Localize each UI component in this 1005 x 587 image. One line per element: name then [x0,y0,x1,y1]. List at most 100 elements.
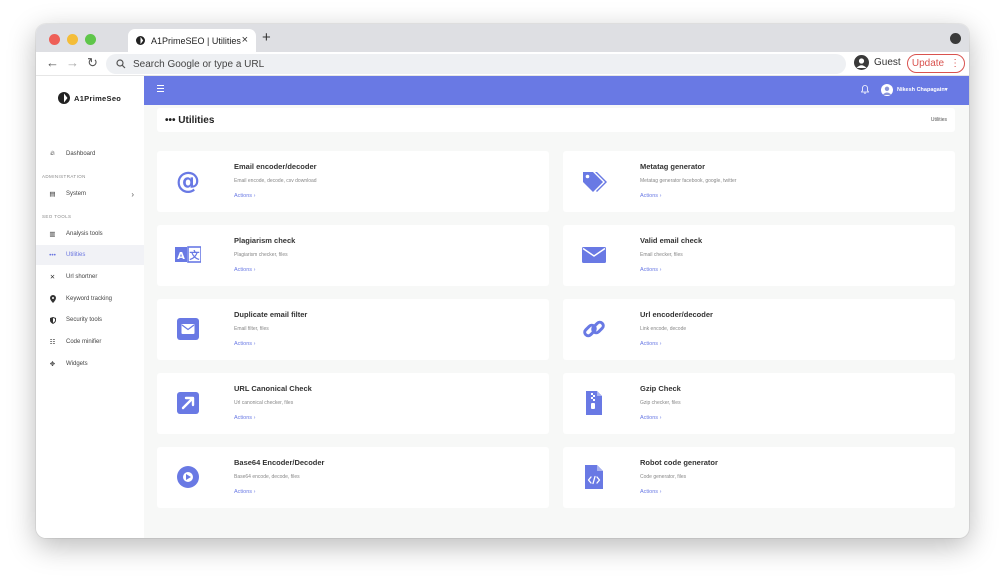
card-description: Code generator, files [640,474,687,480]
card-title: Valid email check [640,236,703,245]
search-icon [116,59,126,69]
envelope-square-icon [177,318,199,340]
actions-link[interactable]: Actions › [234,415,255,421]
profile-label: Guest [874,57,901,68]
translate-icon: A文 [175,246,201,263]
card-description: Url canonical checker, files [234,400,294,406]
breadcrumb[interactable]: Utilities [931,117,947,123]
top-navbar: Nikesh Chapagain ▾ [144,76,969,105]
at-icon: @ [176,168,200,194]
sidebar-item-label: Analysis tools [66,231,103,237]
sidebar-item-label: Dashboard [66,151,96,157]
profile-icon [854,55,869,70]
card-description: Email checker, files [640,252,683,258]
external-link-icon [177,392,199,414]
brand-icon [58,92,70,104]
sidebar-item-label: Utilities [66,252,86,258]
dots-icon: ••• [49,251,56,259]
profile-button[interactable]: Guest [854,55,901,70]
bell-icon[interactable] [861,85,869,94]
sidebar: A1PrimeSeo 🔥︎ Dashboard ADMINISTRATION ▤… [36,76,144,538]
user-menu[interactable]: Nikesh Chapagain ▾ [881,84,947,96]
card-description: Gzip checker, files [640,400,681,406]
actions-link[interactable]: Actions › [234,489,255,495]
sidebar-item-code-minifier[interactable]: ☷ Code minifier [36,332,144,352]
sidebar-item-analysis-tools[interactable]: ▥ Analysis tools [36,224,144,244]
tab-search-icon[interactable] [950,33,961,44]
pin-icon [48,295,57,303]
card-description: Email encode, decode, csv download [234,178,317,184]
puzzle-icon: ✥ [49,361,56,368]
card-metatag-generator[interactable]: Metatag generator Metatag generator face… [563,151,955,212]
actions-link[interactable]: Actions › [234,341,255,347]
section-heading-administration: ADMINISTRATION [42,174,86,179]
page-title: ••• Utilities [165,115,215,126]
chart-icon: ▥ [49,231,56,238]
card-url-encoder[interactable]: Url encoder/decoder Link encode, decode … [563,299,955,360]
svg-text:文: 文 [190,249,201,262]
actions-link[interactable]: Actions › [234,267,255,273]
tab-close-icon[interactable]: × [242,34,248,46]
sidebar-item-label: Security tools [66,317,103,323]
brand-logo[interactable]: A1PrimeSeo [58,92,121,104]
new-tab-button[interactable]: + [262,30,271,45]
sidebar-item-keyword-tracking[interactable]: Keyword tracking [36,289,144,309]
card-duplicate-email-filter[interactable]: Duplicate email filter Email filter, fil… [157,299,549,360]
tab-title: A1PrimeSEO | Utilities [151,35,241,46]
link-icon [583,320,605,338]
sidebar-item-widgets[interactable]: ✥ Widgets [36,354,144,374]
update-label: Update [911,58,945,69]
address-placeholder: Search Google or type a URL [133,58,265,70]
actions-link[interactable]: Actions › [234,193,255,199]
actions-link[interactable]: Actions › [640,193,661,199]
card-email-encoder[interactable]: @ Email encoder/decoder Email encode, de… [157,151,549,212]
close-window-button[interactable] [49,34,60,45]
sidebar-item-label: Keyword tracking [66,296,113,302]
card-robot-code-generator[interactable]: Robot code generator Code generator, fil… [563,447,955,508]
favicon-icon [136,36,145,45]
sidebar-item-dashboard[interactable]: 🔥︎ Dashboard [36,144,144,164]
card-title: Metatag generator [640,162,706,171]
actions-link[interactable]: Actions › [640,415,661,421]
actions-link[interactable]: Actions › [640,489,661,495]
card-title: URL Canonical Check [234,384,312,393]
card-gzip-check[interactable]: Gzip Check Gzip checker, files Actions › [563,373,955,434]
card-base64-encoder[interactable]: Base64 Encoder/Decoder Base64 encode, de… [157,447,549,508]
close-icon: ✕ [49,274,56,281]
page-header: ••• Utilities Utilities [157,108,955,132]
card-title: Plagiarism check [234,236,296,245]
server-icon: ▤ [49,191,56,198]
forward-button[interactable]: → [66,56,79,70]
card-valid-email-check[interactable]: Valid email check Email checker, files A… [563,225,955,286]
actions-link[interactable]: Actions › [640,267,661,273]
address-bar[interactable]: Search Google or type a URL [106,54,846,74]
card-plagiarism-check[interactable]: A文 Plagiarism check Plagiarism checker, … [157,225,549,286]
chevron-right-icon: › [131,189,134,199]
card-description: Metatag generator facebook, google, twit… [640,178,737,184]
card-url-canonical-check[interactable]: URL Canonical Check Url canonical checke… [157,373,549,434]
sidebar-item-label: Widgets [66,361,88,367]
sidebar-item-system[interactable]: ▤ System › [36,184,144,204]
sidebar-item-label: Code minifier [66,339,102,345]
sidebar-item-utilities[interactable]: ••• Utilities [36,245,144,265]
section-heading-seo-tools: SEO TOOLS [42,214,72,219]
card-title: Email encoder/decoder [234,162,317,171]
minimize-window-button[interactable] [67,34,78,45]
browser-toolbar: ← → ↻ Search Google or type a URL Guest … [36,52,969,76]
brand-name: A1PrimeSeo [74,93,122,103]
update-button[interactable]: Update ⋮ [907,54,965,73]
card-description: Plagiarism checker, files [234,252,288,258]
actions-link[interactable]: Actions › [640,341,661,347]
back-button[interactable]: ← [46,56,59,70]
browser-tab[interactable]: A1PrimeSEO | Utilities × [128,29,256,52]
reload-button[interactable]: ↻ [87,56,98,70]
tags-icon [583,172,607,192]
card-description: Email filter, files [234,326,269,332]
maximize-window-button[interactable] [85,34,96,45]
sidebar-item-security-tools[interactable]: Security tools [36,310,144,330]
sidebar-item-url-shortner[interactable]: ✕ Url shortner [36,267,144,287]
user-name: Nikesh Chapagain [897,87,945,93]
play-circle-icon [177,466,199,488]
card-title: Robot code generator [640,458,718,467]
hamburger-menu-icon[interactable] [157,85,164,94]
